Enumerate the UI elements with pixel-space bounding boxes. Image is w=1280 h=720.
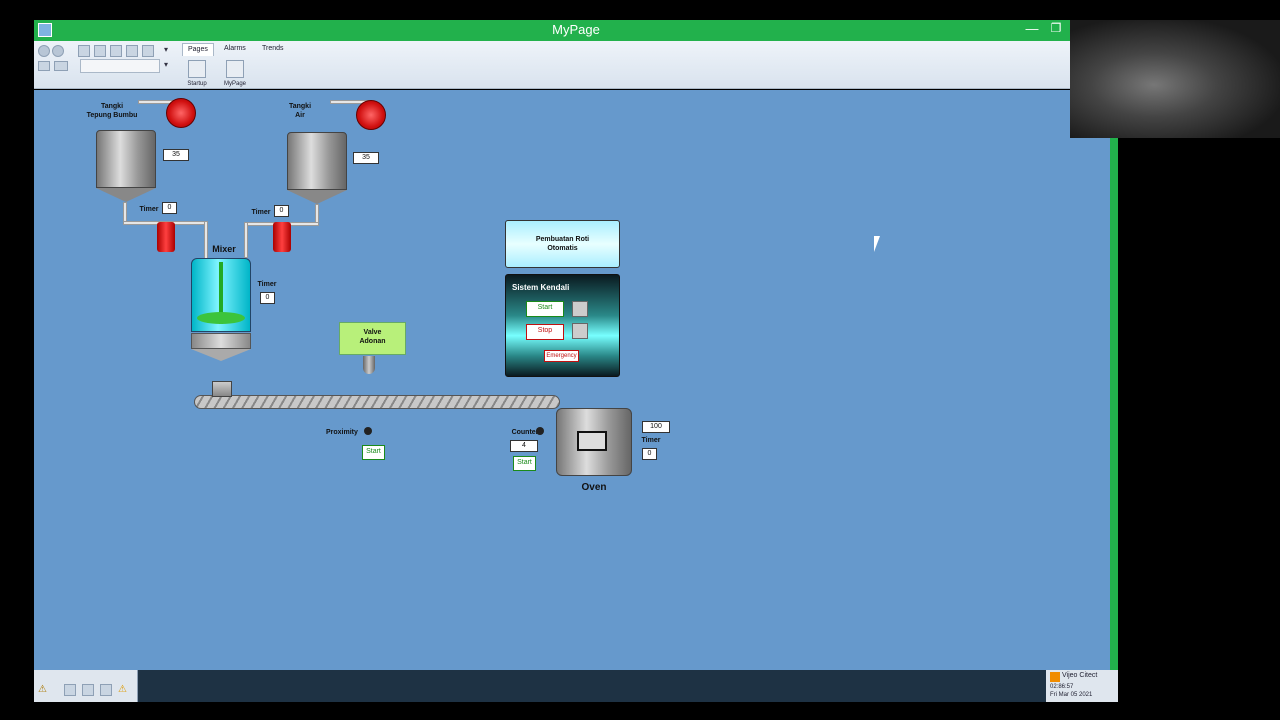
forward-icon[interactable] (52, 45, 64, 57)
valve-nozzle-icon[interactable] (363, 356, 375, 374)
control-stop-button[interactable]: Stop (526, 324, 564, 340)
alarm-tools: ⚠ ⚠ (34, 670, 138, 702)
alarm-history-icon[interactable] (82, 684, 94, 696)
tab-alarms[interactable]: Alarms (219, 43, 251, 56)
timer2-value: 0 (274, 205, 289, 217)
dough-tray (212, 381, 232, 397)
oven-label: Oven (581, 482, 607, 493)
login-icon[interactable] (54, 61, 68, 71)
window-icon[interactable] (142, 45, 154, 57)
right-edge-strip (1110, 90, 1118, 670)
mixer-agitator-blade (197, 312, 245, 324)
mixer-cone (191, 349, 251, 361)
up-icon[interactable] (126, 45, 138, 57)
startup-page-label[interactable]: Startup (182, 81, 212, 87)
alarm-taskbar (34, 670, 1110, 702)
timer1-label: Timer (139, 206, 159, 213)
tank2-cone (287, 190, 347, 204)
window-title: MyPage (552, 22, 600, 37)
control-emergency-button[interactable]: Emergency (544, 350, 579, 362)
home-icon[interactable] (78, 45, 90, 57)
mixer-timer-label: Timer (257, 281, 277, 288)
page-address-input[interactable] (80, 59, 160, 73)
back-icon[interactable] (38, 45, 50, 57)
tank2-label-line1: Tangki (288, 103, 312, 110)
alarm-summary-icon[interactable] (100, 684, 112, 696)
control-start-button[interactable]: Start (526, 301, 564, 317)
alarm-ack-icon[interactable]: ⚠ (38, 684, 47, 695)
valve-adonan-line1: Valve (363, 329, 382, 336)
valve-adonan-line2: Adonan (359, 338, 386, 345)
tab-pages[interactable]: Pages (182, 43, 214, 56)
oven-heater-icon (577, 431, 607, 451)
brand-label: Vijeo Citect (1062, 672, 1098, 679)
restore-button[interactable]: ❐ (1048, 21, 1064, 39)
proximity-indicator-icon (364, 427, 372, 435)
tank2-label-line2: Air (295, 112, 305, 119)
conveyor-belt (194, 395, 560, 409)
control-panel: Sistem Kendali Start Stop Emergency (505, 274, 620, 377)
mixer-timer-value: 0 (260, 292, 275, 304)
prev-page-icon[interactable] (94, 45, 106, 57)
startup-page-thumbnail[interactable] (188, 60, 206, 78)
tank1-label-line1: Tangki (100, 103, 124, 110)
counter-indicator-icon (536, 427, 544, 435)
oven-timer-value: 0 (642, 448, 657, 460)
clock-time: 02:86:57 (1050, 684, 1074, 690)
tank2-pump-icon[interactable] (356, 100, 386, 130)
timer1-value: 0 (162, 202, 177, 214)
scada-window: MyPage — ❐ ▾ Pages Alarms Trends ▾ Start… (34, 20, 1118, 702)
proximity-start-button[interactable]: Start (362, 445, 385, 460)
process-title-panel: Pembuatan Roti Otomatis (505, 220, 620, 268)
mouse-cursor-icon (874, 236, 880, 252)
tank2-outlet-pipe (315, 204, 319, 224)
next-page-icon[interactable] (110, 45, 122, 57)
webcam-overlay (1070, 20, 1280, 138)
minimize-button[interactable]: — (1024, 21, 1040, 39)
mypage-page-label[interactable]: MyPage (220, 81, 250, 87)
timer2-label: Timer (251, 209, 271, 216)
tab-trends[interactable]: Trends (257, 43, 289, 56)
tank1-level-value: 35 (163, 149, 189, 161)
print-icon[interactable] (38, 61, 50, 71)
counter-value: 4 (510, 440, 538, 452)
tank1-valve-icon[interactable] (157, 222, 175, 252)
tank2-valve-icon[interactable] (273, 222, 291, 252)
mixer-base (191, 333, 251, 349)
mypage-page-thumbnail[interactable] (226, 60, 244, 78)
alarm-warning-icon[interactable]: ⚠ (118, 684, 127, 695)
tank1-cone (96, 188, 156, 202)
oven-timer-label: Timer (641, 437, 661, 444)
tank2-label: Tangki Air (274, 102, 326, 120)
tank2-vessel (287, 132, 347, 190)
ribbon-toolbar: ▾ Pages Alarms Trends ▾ Startup MyPage (34, 41, 1070, 89)
tank2-level-value: 35 (353, 152, 379, 164)
dropdown-chevron-icon[interactable]: ▾ (164, 45, 168, 54)
tank1-label: Tangki Tepung Bumbu (82, 102, 142, 120)
oven-setpoint-value: 100 (642, 421, 670, 433)
process-title-line1: Pembuatan Roti (535, 236, 590, 243)
address-dropdown-icon[interactable]: ▾ (164, 60, 168, 69)
status-area: Vijeo Citect 02:86:57 Fri Mar 05 2021 (1046, 670, 1118, 702)
mixer-label: Mixer (212, 244, 236, 254)
process-canvas: Tangki Tepung Bumbu 35 Tangki Air 35 Tim… (34, 90, 1110, 670)
alarm-list-icon[interactable] (64, 684, 76, 696)
proximity-label: Proximity (326, 429, 358, 436)
tank2-drop-pipe (244, 222, 248, 258)
title-bar: MyPage — ❐ (34, 20, 1118, 41)
process-title-line2: Otomatis (547, 245, 578, 252)
start-status-lamp (572, 301, 588, 317)
tank1-pump-icon[interactable] (166, 98, 196, 128)
control-panel-title: Sistem Kendali (512, 283, 570, 292)
vijeo-logo-icon (1050, 672, 1060, 682)
valve-adonan-panel: Valve Adonan (339, 322, 406, 355)
tank1-label-line2: Tepung Bumbu (86, 112, 138, 119)
tank1-vessel (96, 130, 156, 188)
counter-start-button[interactable]: Start (513, 456, 536, 471)
stop-status-lamp (572, 323, 588, 339)
clock-date: Fri Mar 05 2021 (1050, 692, 1093, 698)
